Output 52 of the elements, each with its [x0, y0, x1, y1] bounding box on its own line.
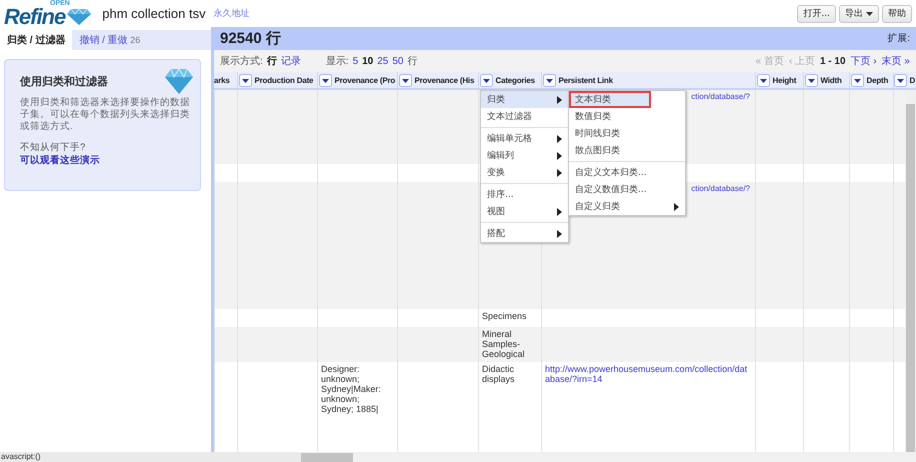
status-bar: avascript:(): [0, 452, 301, 462]
view-mode-label: 展示方式:: [220, 54, 263, 68]
menu-item[interactable]: 排序...: [481, 186, 568, 203]
menu-item[interactable]: 自定义数值归类...: [569, 181, 685, 198]
permalink[interactable]: 永久地址: [214, 7, 250, 20]
demo-link[interactable]: 可以观看这些演示: [20, 155, 100, 166]
page-range: 1 - 10: [820, 56, 846, 66]
extensions-label: 扩展:: [887, 32, 910, 45]
card-title: 使用归类和过滤器: [20, 74, 109, 89]
pager-link[interactable]: 下页 ›: [850, 54, 877, 68]
menu-item[interactable]: 时间线归类: [569, 125, 685, 142]
menu-item[interactable]: 数值归类: [569, 108, 685, 125]
panel-tab[interactable]: 归类 / 过滤器: [0, 30, 72, 50]
toolbar-button[interactable]: 打开...: [797, 4, 836, 22]
view-mode-option[interactable]: 记录: [280, 54, 301, 68]
menu-item[interactable]: 文本过滤器: [481, 108, 568, 125]
toolbar-button[interactable]: 导出: [839, 4, 879, 22]
menu-item[interactable]: 编辑单元格: [481, 130, 568, 147]
menu-item[interactable]: 自定义归类: [569, 198, 685, 215]
logo-text: Refine: [4, 6, 66, 28]
menu-item[interactable]: 散点图归类: [569, 142, 685, 159]
menu-item[interactable]: 编辑列: [481, 147, 568, 164]
menu-item[interactable]: 变换: [481, 164, 568, 181]
vertical-scrollbar[interactable]: [905, 90, 916, 452]
page-size-option[interactable]: 10: [362, 56, 374, 66]
menu-item[interactable]: 自定义文本归类...: [569, 164, 685, 181]
view-mode-option[interactable]: 行: [266, 54, 277, 68]
menu-item[interactable]: 归类: [481, 91, 568, 108]
page-size-unit: 行: [408, 55, 418, 68]
table-cell-text: Specimens: [482, 311, 528, 321]
menu-item[interactable]: 文本归类: [569, 91, 651, 108]
link-cell[interactable]: http://www.powerhousemuseum.com/collection/database/?irn=14: [545, 364, 752, 384]
table-cell-text: Didactic displays: [482, 364, 516, 384]
table-cell-text: Designer: unknown; Sydney|Maker: unknown; Sydney; 1885|: [321, 364, 382, 414]
toolbar-button[interactable]: 帮助: [882, 4, 912, 22]
card-text: 使用归类和筛选器来选择要操作的数据子集。可以在每个数据列头来选择归类或筛选方式.: [20, 97, 190, 133]
page-size-option[interactable]: 25: [377, 56, 388, 66]
project-title: phm collection tsv: [102, 6, 206, 21]
row-count: 92540 行: [220, 29, 281, 48]
card-question: 不知从何下手?: [20, 141, 86, 154]
menu-item[interactable]: 搭配: [481, 225, 568, 242]
menu-item[interactable]: 视图: [481, 203, 568, 220]
pager-link[interactable]: 末页 »: [882, 54, 910, 68]
diamond-icon: [164, 67, 194, 95]
page-size-option[interactable]: 5: [352, 56, 358, 66]
diamond-icon: [66, 8, 92, 26]
panel-tab[interactable]: 撤销 / 重做 26: [72, 30, 148, 50]
table-cell-text: Mineral Samples-Geological: [482, 329, 526, 359]
page-size-label: 显示:: [326, 55, 349, 68]
column-header[interactable]: Persistent Link: [558, 76, 613, 84]
column-header[interactable]: D: [910, 76, 916, 84]
page-size-option[interactable]: 50: [392, 56, 404, 66]
